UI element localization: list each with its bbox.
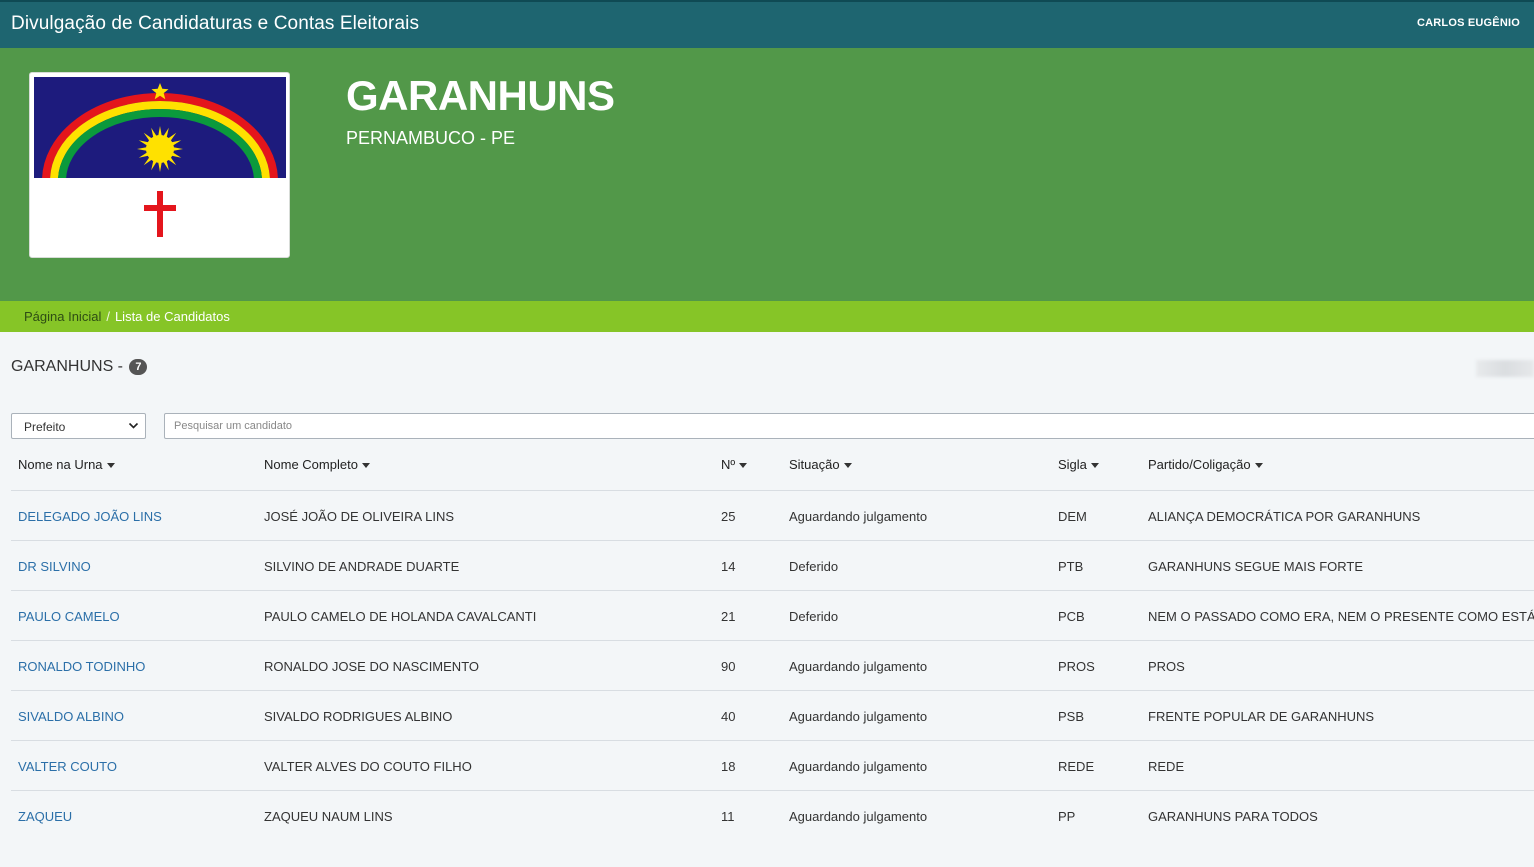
party-acronym-cell: PROS bbox=[1058, 659, 1095, 674]
header-label: Partido/Coligação bbox=[1148, 457, 1251, 472]
user-name[interactable]: CARLOS EUGÊNIO bbox=[1417, 17, 1520, 29]
office-select[interactable]: Prefeito bbox=[11, 413, 146, 439]
table-row: ZAQUEU ZAQUEU NAUM LINS 11 Aguardando ju… bbox=[11, 791, 1534, 841]
full-name-cell: VALTER ALVES DO COUTO FILHO bbox=[264, 759, 472, 774]
header-label: Nome Completo bbox=[264, 457, 358, 472]
party-acronym-cell: REDE bbox=[1058, 759, 1095, 774]
status-cell: Aguardando julgamento bbox=[789, 809, 928, 824]
municipality-flag bbox=[29, 72, 290, 258]
coalition-cell: GARANHUNS PARA TODOS bbox=[1148, 809, 1318, 824]
coalition-cell: GARANHUNS SEGUE MAIS FORTE bbox=[1148, 559, 1364, 574]
breadcrumb-separator: / bbox=[106, 309, 110, 324]
sort-caret-icon bbox=[361, 463, 370, 468]
status-cell: Deferido bbox=[789, 609, 839, 624]
status-cell: Deferido bbox=[789, 559, 839, 574]
party-acronym-cell: PSB bbox=[1058, 709, 1085, 724]
pernambuco-flag-image bbox=[34, 77, 286, 253]
header-label: Nome na Urna bbox=[18, 457, 103, 472]
municipality-header: GARANHUNS PERNAMBUCO - PE bbox=[0, 48, 1534, 301]
number-cell: 40 bbox=[721, 709, 736, 724]
table-header: Nome na Urna Nome Completo Nº Situação S… bbox=[11, 440, 1534, 491]
number-cell: 11 bbox=[721, 809, 735, 824]
full-name-cell: SIVALDO RODRIGUES ALBINO bbox=[264, 709, 453, 724]
sort-header-nome-urna[interactable]: Nome na Urna bbox=[18, 457, 115, 472]
header-label: Sigla bbox=[1058, 457, 1087, 472]
candidate-link[interactable]: DELEGADO JOÃO LINS bbox=[18, 509, 162, 524]
number-cell: 90 bbox=[721, 659, 736, 674]
table-row: DELEGADO JOÃO LINS JOSÉ JOÃO DE OLIVEIRA… bbox=[11, 491, 1534, 541]
sort-caret-icon bbox=[1254, 463, 1263, 468]
top-bar: Divulgação de Candidaturas e Contas Elei… bbox=[0, 0, 1534, 48]
number-cell: 21 bbox=[721, 609, 736, 624]
party-acronym-cell: PCB bbox=[1058, 609, 1085, 624]
search-candidate-input[interactable] bbox=[164, 413, 1534, 439]
candidates-table: Nome na Urna Nome Completo Nº Situação S… bbox=[11, 440, 1534, 841]
candidate-link[interactable]: SIVALDO ALBINO bbox=[18, 709, 124, 724]
sort-header-situacao[interactable]: Situação bbox=[789, 457, 852, 472]
candidate-link[interactable]: PAULO CAMELO bbox=[18, 609, 120, 624]
sort-caret-icon bbox=[843, 463, 852, 468]
candidate-link[interactable]: VALTER COUTO bbox=[18, 759, 117, 774]
coalition-cell: ALIANÇA DEMOCRÁTICA POR GARANHUNS bbox=[1148, 509, 1421, 524]
table-row: PAULO CAMELO PAULO CAMELO DE HOLANDA CAV… bbox=[11, 591, 1534, 641]
candidate-link[interactable]: DR SILVINO bbox=[18, 559, 91, 574]
blurred-control bbox=[1476, 360, 1534, 377]
breadcrumb: Página Inicial / Lista de Candidatos bbox=[0, 301, 1534, 332]
sort-header-numero[interactable]: Nº bbox=[721, 457, 748, 472]
sort-header-nome-completo[interactable]: Nome Completo bbox=[264, 457, 370, 472]
city-name: GARANHUNS bbox=[346, 72, 615, 119]
full-name-cell: SILVINO DE ANDRADE DUARTE bbox=[264, 559, 460, 574]
coalition-cell: REDE bbox=[1148, 759, 1185, 774]
header-label: Nº bbox=[721, 457, 736, 472]
table-row: SIVALDO ALBINO SIVALDO RODRIGUES ALBINO … bbox=[11, 691, 1534, 741]
breadcrumb-current: Lista de Candidatos bbox=[114, 309, 230, 324]
status-cell: Aguardando julgamento bbox=[789, 509, 928, 524]
chevron-down-icon bbox=[128, 422, 139, 429]
sort-header-sigla[interactable]: Sigla bbox=[1058, 457, 1099, 472]
party-acronym-cell: PTB bbox=[1058, 559, 1084, 574]
party-acronym-cell: DEM bbox=[1058, 509, 1087, 524]
coalition-cell: PROS bbox=[1148, 659, 1185, 674]
sun-icon bbox=[137, 126, 183, 172]
header-label: Situação bbox=[789, 457, 840, 472]
number-cell: 18 bbox=[721, 759, 736, 774]
candidate-link[interactable]: ZAQUEU bbox=[18, 809, 72, 824]
full-name-cell: PAULO CAMELO DE HOLANDA CAVALCANTI bbox=[264, 609, 537, 624]
sort-caret-icon bbox=[1090, 463, 1099, 468]
list-title: GARANHUNS - 7 bbox=[11, 358, 148, 376]
sort-header-partido[interactable]: Partido/Coligação bbox=[1148, 457, 1263, 472]
state-name: PERNAMBUCO - PE bbox=[346, 128, 516, 148]
breadcrumb-home-link[interactable]: Página Inicial bbox=[24, 309, 101, 324]
party-acronym-cell: PP bbox=[1058, 809, 1076, 824]
coalition-cell: NEM O PASSADO COMO ERA, NEM O PRESENTE C… bbox=[1148, 609, 1534, 624]
candidate-link[interactable]: RONALDO TODINHO bbox=[18, 659, 145, 674]
status-cell: Aguardando julgamento bbox=[789, 759, 928, 774]
table-row: RONALDO TODINHO RONALDO JOSE DO NASCIMEN… bbox=[11, 641, 1534, 691]
list-title-text: GARANHUNS - bbox=[11, 358, 124, 375]
coalition-cell: FRENTE POPULAR DE GARANHUNS bbox=[1148, 709, 1375, 724]
status-cell: Aguardando julgamento bbox=[789, 709, 928, 724]
table-row: VALTER COUTO VALTER ALVES DO COUTO FILHO… bbox=[11, 741, 1534, 791]
number-cell: 14 bbox=[721, 559, 736, 574]
number-cell: 25 bbox=[721, 509, 736, 524]
candidate-count-badge: 7 bbox=[129, 359, 148, 375]
full-name-cell: ZAQUEU NAUM LINS bbox=[264, 809, 393, 824]
office-select-value: Prefeito bbox=[24, 420, 66, 434]
full-name-cell: JOSÉ JOÃO DE OLIVEIRA LINS bbox=[264, 509, 455, 524]
sort-caret-icon bbox=[106, 463, 115, 468]
sort-caret-icon bbox=[739, 463, 748, 468]
full-name-cell: RONALDO JOSE DO NASCIMENTO bbox=[264, 659, 480, 674]
status-cell: Aguardando julgamento bbox=[789, 659, 928, 674]
app-title: Divulgação de Candidaturas e Contas Elei… bbox=[11, 13, 420, 34]
table-row: DR SILVINO SILVINO DE ANDRADE DUARTE 14 … bbox=[11, 541, 1534, 591]
